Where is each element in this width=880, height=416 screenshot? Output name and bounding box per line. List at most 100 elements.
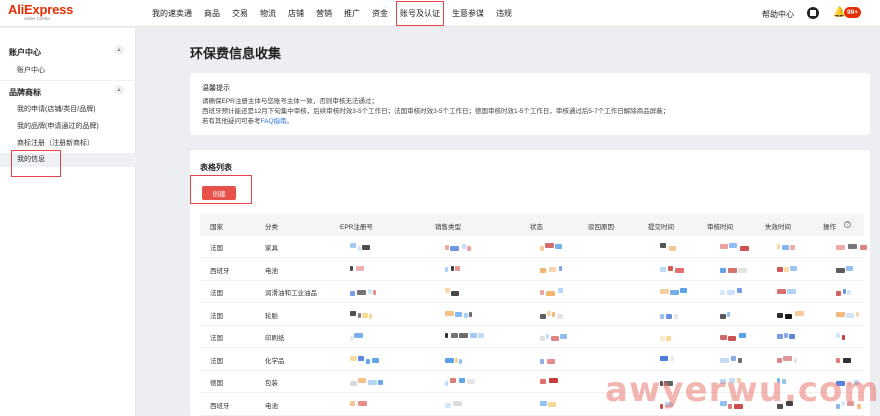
obscured-cell-block <box>846 312 854 318</box>
faq-link[interactable]: FAQ指南 <box>261 118 287 125</box>
nav-item[interactable]: 我的速卖通 <box>152 8 192 19</box>
sidebar-item-account-center[interactable]: 账户中心 <box>0 64 136 78</box>
bell-icon[interactable]: 🔔 <box>833 7 845 19</box>
nav-item[interactable]: 资金 <box>372 8 388 19</box>
obscured-cell-block <box>350 310 356 316</box>
column-header: 驳回原因 <box>588 224 614 231</box>
obscured-cell-block <box>660 355 668 361</box>
obscured-cell-block <box>350 243 356 248</box>
question-icon[interactable]: ? <box>844 221 851 228</box>
obscured-cell-block <box>660 289 669 294</box>
obscured-cell-block <box>777 312 783 318</box>
cell-category: 印刷纸 <box>265 335 285 342</box>
obscured-cell-block <box>362 245 370 250</box>
cell-country: 法国 <box>210 312 223 320</box>
sidebar-item-trademark-register[interactable]: 商标注册（注册新商标） <box>0 137 136 151</box>
obscured-cell-block <box>464 312 468 318</box>
obscured-cell-block <box>358 246 361 251</box>
obscured-cell-block <box>540 267 546 273</box>
obscured-cell-block <box>720 244 728 249</box>
logo-brand: AliExpress <box>8 2 74 17</box>
obscured-cell-block <box>462 244 466 249</box>
obscured-cell-block <box>785 313 792 319</box>
chevron-up-icon[interactable]: ▴ <box>114 45 124 55</box>
obscured-cell-block <box>559 265 562 271</box>
nav-item[interactable]: 推广 <box>344 8 360 19</box>
nav-item[interactable]: 违规 <box>496 8 512 19</box>
tip-line: 西班牙预计能还是12月下旬集中审核，后续审核时效3-5个工作日；法国审核时效3-… <box>202 108 670 115</box>
obscured-cell-block <box>860 245 867 250</box>
sidebar-item-my-applications[interactable]: 我的申请(店铺/类目/品牌) <box>0 103 136 117</box>
obscured-cell-block <box>783 355 792 361</box>
nav-item[interactable]: 物流 <box>260 8 276 19</box>
cell-country: 法国 <box>210 245 223 252</box>
obscured-cell-block <box>445 333 448 338</box>
obscured-cell-block <box>551 336 559 341</box>
obscured-cell-block <box>558 288 563 293</box>
table-row[interactable]: 西班牙 电池 <box>200 259 864 281</box>
nav-item[interactable]: 店铺 <box>288 8 304 19</box>
sidebar-group-label: 账户中心 <box>9 48 41 57</box>
nav-item[interactable]: 生意参谋 <box>452 8 484 19</box>
obscured-cell-block <box>467 246 471 251</box>
obscured-cell-block <box>350 355 357 361</box>
obscured-cell-block <box>540 336 545 341</box>
obscured-cell-block <box>362 312 368 318</box>
table-row[interactable]: 法国 轮胎 <box>200 304 864 326</box>
sidebar-group-account[interactable]: 账户中心 ▴ <box>0 41 136 61</box>
create-button[interactable]: 创建 <box>202 186 236 200</box>
table-row[interactable]: 法国 家具 <box>200 236 867 258</box>
obscured-cell-block <box>540 379 546 384</box>
aliexpress-logo[interactable]: AliExpress Seller Center <box>8 3 73 22</box>
obscured-cell-block <box>373 290 376 295</box>
obscured-cell-block <box>540 246 544 251</box>
cell-country: 德国 <box>210 380 223 387</box>
sidebar: 账户中心 ▴ 账户中心 品牌商标 ▴ 我的申请(店铺/类目/品牌) 我的品牌(申… <box>0 28 136 416</box>
column-header: 审核时间 <box>707 224 733 231</box>
obscured-cell-block <box>368 380 377 385</box>
obscured-cell-block <box>720 313 726 319</box>
obscured-cell-block <box>372 357 379 363</box>
obscured-cell-block <box>350 265 353 271</box>
obscured-cell-block <box>358 400 367 406</box>
obscured-cell-block <box>552 311 555 317</box>
nav-item[interactable]: 交易 <box>232 8 248 19</box>
obscured-cell-block <box>740 246 749 251</box>
obscured-cell-block <box>453 400 462 406</box>
obscured-cell-block <box>777 289 786 294</box>
help-center-link[interactable]: 帮助中心 <box>762 9 794 20</box>
obscured-cell-block <box>794 357 797 363</box>
nav-item[interactable]: 商品 <box>204 8 220 19</box>
obscured-cell-block <box>666 336 671 341</box>
cell-country: 法国 <box>210 290 223 297</box>
table-row[interactable]: 法国 润滑油和工业油品 <box>200 281 864 303</box>
highlight-box-sidebar <box>11 150 61 177</box>
obscured-cell-block <box>720 290 725 295</box>
obscured-cell-block <box>478 333 484 338</box>
obscured-cell-block <box>445 402 451 408</box>
obscured-cell-block <box>540 400 547 406</box>
sidebar-group-brand[interactable]: 品牌商标 ▴ <box>0 80 136 100</box>
table-row[interactable]: 法国 化学品 <box>200 349 864 371</box>
obscured-cell-block <box>358 378 366 383</box>
obscured-cell-block <box>445 310 454 316</box>
chevron-up-icon[interactable]: ▴ <box>114 85 124 95</box>
nav-item[interactable]: 营销 <box>316 8 332 19</box>
obscured-cell-block <box>720 335 727 340</box>
obscured-cell-block <box>445 357 454 363</box>
obscured-cell-block <box>547 358 555 364</box>
obscured-cell-block <box>836 311 845 317</box>
obscured-cell-block <box>856 311 859 317</box>
obscured-cell-block <box>784 266 789 272</box>
watermark: awyerwu.com <box>605 370 880 410</box>
cell-category: 包装 <box>265 380 278 387</box>
obscured-cell-block <box>738 267 747 273</box>
obscured-cell-block <box>548 401 556 407</box>
sidebar-item-my-brands[interactable]: 我的品牌(申请通过的品牌) <box>0 120 136 134</box>
obscured-cell-block <box>356 265 364 271</box>
table-row[interactable]: 法国 印刷纸 <box>200 326 864 348</box>
nav-item[interactable]: 账号及认证 <box>396 1 444 26</box>
obscured-cell-block <box>459 333 468 338</box>
message-icon[interactable] <box>807 7 819 19</box>
obscured-cell-block <box>378 380 383 385</box>
